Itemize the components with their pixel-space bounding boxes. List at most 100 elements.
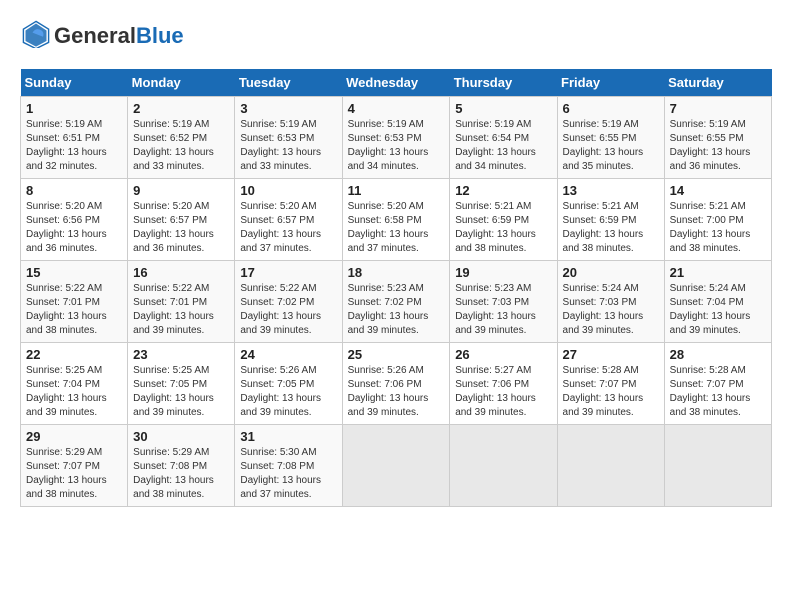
day-info: Sunrise: 5:20 AM Sunset: 6:57 PM Dayligh… [240, 200, 336, 256]
day-info: Sunrise: 5:19 AM Sunset: 6:53 PM Dayligh… [348, 118, 445, 174]
daylight-label: Daylight: 13 hours and 36 minutes. [670, 147, 751, 172]
day-info: Sunrise: 5:29 AM Sunset: 7:08 PM Dayligh… [133, 446, 229, 502]
day-number: 29 [26, 429, 122, 444]
sunrise-label: Sunrise: 5:23 AM [348, 283, 424, 294]
column-header-wednesday: Wednesday [342, 69, 450, 97]
sunset-label: Sunset: 7:04 PM [670, 297, 744, 308]
sunrise-label: Sunrise: 5:24 AM [670, 283, 746, 294]
calendar-cell: 20 Sunrise: 5:24 AM Sunset: 7:03 PM Dayl… [557, 261, 664, 343]
sunrise-label: Sunrise: 5:28 AM [670, 365, 746, 376]
day-info: Sunrise: 5:19 AM Sunset: 6:52 PM Dayligh… [133, 118, 229, 174]
day-number: 27 [563, 347, 659, 362]
sunrise-label: Sunrise: 5:19 AM [348, 119, 424, 130]
daylight-label: Daylight: 13 hours and 38 minutes. [26, 475, 107, 500]
calendar-cell: 11 Sunrise: 5:20 AM Sunset: 6:58 PM Dayl… [342, 179, 450, 261]
daylight-label: Daylight: 13 hours and 39 minutes. [455, 311, 536, 336]
calendar-cell [342, 425, 450, 507]
daylight-label: Daylight: 13 hours and 39 minutes. [133, 393, 214, 418]
day-number: 15 [26, 265, 122, 280]
daylight-label: Daylight: 13 hours and 37 minutes. [240, 475, 321, 500]
sunset-label: Sunset: 7:03 PM [563, 297, 637, 308]
calendar-cell: 24 Sunrise: 5:26 AM Sunset: 7:05 PM Dayl… [235, 343, 342, 425]
sunset-label: Sunset: 6:55 PM [563, 133, 637, 144]
day-number: 11 [348, 183, 445, 198]
calendar-cell: 29 Sunrise: 5:29 AM Sunset: 7:07 PM Dayl… [21, 425, 128, 507]
daylight-label: Daylight: 13 hours and 39 minutes. [670, 311, 751, 336]
calendar-cell: 27 Sunrise: 5:28 AM Sunset: 7:07 PM Dayl… [557, 343, 664, 425]
calendar-cell: 6 Sunrise: 5:19 AM Sunset: 6:55 PM Dayli… [557, 97, 664, 179]
sunrise-label: Sunrise: 5:29 AM [26, 447, 102, 458]
calendar-cell: 26 Sunrise: 5:27 AM Sunset: 7:06 PM Dayl… [450, 343, 557, 425]
calendar-cell: 8 Sunrise: 5:20 AM Sunset: 6:56 PM Dayli… [21, 179, 128, 261]
day-number: 9 [133, 183, 229, 198]
day-info: Sunrise: 5:26 AM Sunset: 7:06 PM Dayligh… [348, 364, 445, 420]
calendar-cell: 15 Sunrise: 5:22 AM Sunset: 7:01 PM Dayl… [21, 261, 128, 343]
sunset-label: Sunset: 6:56 PM [26, 215, 100, 226]
sunset-label: Sunset: 6:54 PM [455, 133, 529, 144]
day-number: 31 [240, 429, 336, 444]
calendar-cell: 28 Sunrise: 5:28 AM Sunset: 7:07 PM Dayl… [664, 343, 771, 425]
calendar-cell [664, 425, 771, 507]
calendar-cell: 12 Sunrise: 5:21 AM Sunset: 6:59 PM Dayl… [450, 179, 557, 261]
day-number: 18 [348, 265, 445, 280]
sunset-label: Sunset: 7:01 PM [133, 297, 207, 308]
daylight-label: Daylight: 13 hours and 39 minutes. [455, 393, 536, 418]
calendar-cell: 14 Sunrise: 5:21 AM Sunset: 7:00 PM Dayl… [664, 179, 771, 261]
column-header-thursday: Thursday [450, 69, 557, 97]
day-info: Sunrise: 5:28 AM Sunset: 7:07 PM Dayligh… [563, 364, 659, 420]
sunrise-label: Sunrise: 5:27 AM [455, 365, 531, 376]
daylight-label: Daylight: 13 hours and 36 minutes. [133, 229, 214, 254]
calendar-cell: 1 Sunrise: 5:19 AM Sunset: 6:51 PM Dayli… [21, 97, 128, 179]
calendar-cell: 19 Sunrise: 5:23 AM Sunset: 7:03 PM Dayl… [450, 261, 557, 343]
calendar-cell: 3 Sunrise: 5:19 AM Sunset: 6:53 PM Dayli… [235, 97, 342, 179]
daylight-label: Daylight: 13 hours and 39 minutes. [133, 311, 214, 336]
sunset-label: Sunset: 7:07 PM [563, 379, 637, 390]
sunrise-label: Sunrise: 5:21 AM [670, 201, 746, 212]
daylight-label: Daylight: 13 hours and 39 minutes. [240, 311, 321, 336]
day-info: Sunrise: 5:25 AM Sunset: 7:04 PM Dayligh… [26, 364, 122, 420]
sunrise-label: Sunrise: 5:29 AM [133, 447, 209, 458]
day-info: Sunrise: 5:27 AM Sunset: 7:06 PM Dayligh… [455, 364, 551, 420]
day-info: Sunrise: 5:19 AM Sunset: 6:55 PM Dayligh… [563, 118, 659, 174]
sunset-label: Sunset: 6:58 PM [348, 215, 422, 226]
day-number: 13 [563, 183, 659, 198]
day-info: Sunrise: 5:24 AM Sunset: 7:04 PM Dayligh… [670, 282, 766, 338]
calendar-cell: 7 Sunrise: 5:19 AM Sunset: 6:55 PM Dayli… [664, 97, 771, 179]
day-number: 8 [26, 183, 122, 198]
daylight-label: Daylight: 13 hours and 39 minutes. [240, 393, 321, 418]
column-header-saturday: Saturday [664, 69, 771, 97]
day-number: 3 [240, 101, 336, 116]
calendar-table: SundayMondayTuesdayWednesdayThursdayFrid… [20, 69, 772, 507]
day-info: Sunrise: 5:23 AM Sunset: 7:03 PM Dayligh… [455, 282, 551, 338]
day-number: 6 [563, 101, 659, 116]
daylight-label: Daylight: 13 hours and 35 minutes. [563, 147, 644, 172]
sunset-label: Sunset: 7:08 PM [133, 461, 207, 472]
sunrise-label: Sunrise: 5:19 AM [240, 119, 316, 130]
sunset-label: Sunset: 7:02 PM [240, 297, 314, 308]
daylight-label: Daylight: 13 hours and 39 minutes. [348, 393, 429, 418]
sunrise-label: Sunrise: 5:25 AM [26, 365, 102, 376]
calendar-week-4: 22 Sunrise: 5:25 AM Sunset: 7:04 PM Dayl… [21, 343, 772, 425]
daylight-label: Daylight: 13 hours and 38 minutes. [455, 229, 536, 254]
day-number: 26 [455, 347, 551, 362]
sunset-label: Sunset: 7:05 PM [133, 379, 207, 390]
daylight-label: Daylight: 13 hours and 38 minutes. [133, 475, 214, 500]
daylight-label: Daylight: 13 hours and 33 minutes. [240, 147, 321, 172]
sunrise-label: Sunrise: 5:20 AM [348, 201, 424, 212]
daylight-label: Daylight: 13 hours and 39 minutes. [348, 311, 429, 336]
day-info: Sunrise: 5:20 AM Sunset: 6:56 PM Dayligh… [26, 200, 122, 256]
day-info: Sunrise: 5:23 AM Sunset: 7:02 PM Dayligh… [348, 282, 445, 338]
sunset-label: Sunset: 7:04 PM [26, 379, 100, 390]
calendar-cell: 23 Sunrise: 5:25 AM Sunset: 7:05 PM Dayl… [128, 343, 235, 425]
sunrise-label: Sunrise: 5:19 AM [670, 119, 746, 130]
daylight-label: Daylight: 13 hours and 39 minutes. [26, 393, 107, 418]
sunset-label: Sunset: 7:05 PM [240, 379, 314, 390]
sunset-label: Sunset: 7:07 PM [26, 461, 100, 472]
day-info: Sunrise: 5:19 AM Sunset: 6:54 PM Dayligh… [455, 118, 551, 174]
calendar-cell: 18 Sunrise: 5:23 AM Sunset: 7:02 PM Dayl… [342, 261, 450, 343]
sunrise-label: Sunrise: 5:20 AM [133, 201, 209, 212]
day-info: Sunrise: 5:20 AM Sunset: 6:57 PM Dayligh… [133, 200, 229, 256]
logo-icon [22, 20, 50, 48]
sunrise-label: Sunrise: 5:20 AM [26, 201, 102, 212]
day-number: 7 [670, 101, 766, 116]
